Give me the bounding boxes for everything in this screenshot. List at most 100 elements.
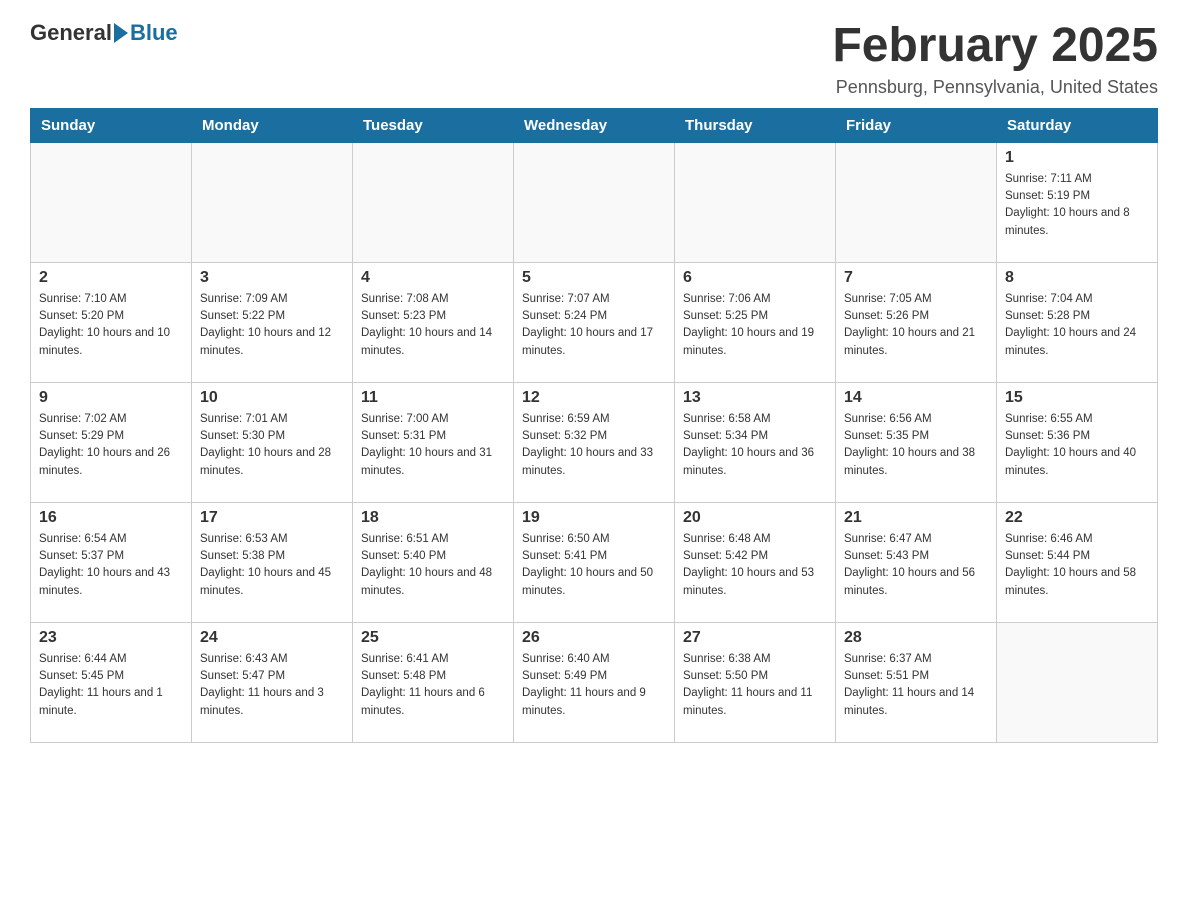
day-number: 25 bbox=[361, 629, 505, 647]
day-number: 11 bbox=[361, 389, 505, 407]
calendar-cell: 11Sunrise: 7:00 AMSunset: 5:31 PMDayligh… bbox=[353, 382, 514, 502]
day-number: 1 bbox=[1005, 149, 1149, 167]
header-row: Sunday Monday Tuesday Wednesday Thursday… bbox=[31, 108, 1158, 142]
calendar-cell bbox=[353, 142, 514, 262]
day-number: 18 bbox=[361, 509, 505, 527]
logo: General Blue bbox=[30, 20, 178, 46]
calendar-cell: 1Sunrise: 7:11 AMSunset: 5:19 PMDaylight… bbox=[997, 142, 1158, 262]
day-number: 2 bbox=[39, 269, 183, 287]
col-wednesday: Wednesday bbox=[514, 108, 675, 142]
day-info: Sunrise: 7:05 AMSunset: 5:26 PMDaylight:… bbox=[844, 291, 988, 360]
calendar-cell: 6 Sunrise: 7:06 AMSunset: 5:25 PMDaylight… bbox=[675, 262, 836, 382]
calendar-cell: 25 Sunrise: 6:41 AMSunset: 5:48 PMDayligh… bbox=[353, 622, 514, 742]
header: General Blue February 2025 Pennsburg, Pe… bbox=[30, 20, 1158, 98]
calendar-cell: 14 Sunrise: 6:56 AMSunset: 5:35 PMDayligh… bbox=[836, 382, 997, 502]
calendar-cell: 17 Sunrise: 6:53 AMSunset: 5:38 PMDayligh… bbox=[192, 502, 353, 622]
calendar-table: Sunday Monday Tuesday Wednesday Thursday… bbox=[30, 108, 1158, 743]
day-info: Sunrise: 6:53 AMSunset: 5:38 PMDaylight:… bbox=[200, 531, 344, 600]
calendar-cell bbox=[997, 622, 1158, 742]
day-info: Sunrise: 7:01 AMSunset: 5:30 PMDaylight:… bbox=[200, 411, 344, 480]
logo-arrow-icon bbox=[114, 23, 128, 43]
calendar-cell: 23Sunrise: 6:44 AMSunset: 5:45 PMDayligh… bbox=[31, 622, 192, 742]
calendar-cell: 27 Sunrise: 6:38 AMSunset: 5:50 PMDayligh… bbox=[675, 622, 836, 742]
day-number: 15 bbox=[1005, 389, 1149, 407]
calendar-cell: 4 Sunrise: 7:08 AMSunset: 5:23 PMDaylight… bbox=[353, 262, 514, 382]
day-info: Sunrise: 6:37 AMSunset: 5:51 PMDaylight:… bbox=[844, 651, 988, 720]
day-number: 27 bbox=[683, 629, 827, 647]
day-info: Sunrise: 6:41 AMSunset: 5:48 PMDaylight:… bbox=[361, 651, 505, 720]
week-row-1: 1Sunrise: 7:11 AMSunset: 5:19 PMDaylight… bbox=[31, 142, 1158, 262]
calendar-cell: 12 Sunrise: 6:59 AMSunset: 5:32 PMDayligh… bbox=[514, 382, 675, 502]
day-number: 26 bbox=[522, 629, 666, 647]
calendar-cell: 19Sunrise: 6:50 AMSunset: 5:41 PMDayligh… bbox=[514, 502, 675, 622]
day-number: 13 bbox=[683, 389, 827, 407]
col-saturday: Saturday bbox=[997, 108, 1158, 142]
day-info: Sunrise: 6:55 AMSunset: 5:36 PMDaylight:… bbox=[1005, 411, 1149, 480]
week-row-5: 23Sunrise: 6:44 AMSunset: 5:45 PMDayligh… bbox=[31, 622, 1158, 742]
day-info: Sunrise: 6:50 AMSunset: 5:41 PMDaylight:… bbox=[522, 531, 666, 600]
week-row-2: 2 Sunrise: 7:10 AMSunset: 5:20 PMDaylight… bbox=[31, 262, 1158, 382]
day-number: 28 bbox=[844, 629, 988, 647]
day-info: Sunrise: 6:59 AMSunset: 5:32 PMDaylight:… bbox=[522, 411, 666, 480]
month-title: February 2025 bbox=[832, 20, 1158, 73]
day-number: 14 bbox=[844, 389, 988, 407]
calendar-cell bbox=[675, 142, 836, 262]
calendar-cell: 22 Sunrise: 6:46 AMSunset: 5:44 PMDayligh… bbox=[997, 502, 1158, 622]
calendar-cell: 10Sunrise: 7:01 AMSunset: 5:30 PMDayligh… bbox=[192, 382, 353, 502]
day-number: 20 bbox=[683, 509, 827, 527]
day-number: 5 bbox=[522, 269, 666, 287]
calendar-cell: 5 Sunrise: 7:07 AMSunset: 5:24 PMDaylight… bbox=[514, 262, 675, 382]
day-info: Sunrise: 7:07 AMSunset: 5:24 PMDaylight:… bbox=[522, 291, 666, 360]
calendar-cell: 26 Sunrise: 6:40 AMSunset: 5:49 PMDayligh… bbox=[514, 622, 675, 742]
day-number: 4 bbox=[361, 269, 505, 287]
title-area: February 2025 Pennsburg, Pennsylvania, U… bbox=[832, 20, 1158, 98]
calendar-cell: 15 Sunrise: 6:55 AMSunset: 5:36 PMDayligh… bbox=[997, 382, 1158, 502]
calendar-cell: 8 Sunrise: 7:04 AMSunset: 5:28 PMDaylight… bbox=[997, 262, 1158, 382]
day-number: 23 bbox=[39, 629, 183, 647]
day-info: Sunrise: 7:10 AMSunset: 5:20 PMDaylight:… bbox=[39, 291, 183, 360]
day-number: 24 bbox=[200, 629, 344, 647]
day-info: Sunrise: 6:43 AMSunset: 5:47 PMDaylight:… bbox=[200, 651, 344, 720]
day-info: Sunrise: 6:38 AMSunset: 5:50 PMDaylight:… bbox=[683, 651, 827, 720]
calendar-cell: 24 Sunrise: 6:43 AMSunset: 5:47 PMDayligh… bbox=[192, 622, 353, 742]
col-friday: Friday bbox=[836, 108, 997, 142]
day-number: 17 bbox=[200, 509, 344, 527]
day-number: 8 bbox=[1005, 269, 1149, 287]
day-info: Sunrise: 7:04 AMSunset: 5:28 PMDaylight:… bbox=[1005, 291, 1149, 360]
calendar-cell bbox=[836, 142, 997, 262]
col-sunday: Sunday bbox=[31, 108, 192, 142]
calendar-cell bbox=[514, 142, 675, 262]
day-number: 6 bbox=[683, 269, 827, 287]
week-row-3: 9 Sunrise: 7:02 AMSunset: 5:29 PMDaylight… bbox=[31, 382, 1158, 502]
calendar-cell: 13 Sunrise: 6:58 AMSunset: 5:34 PMDayligh… bbox=[675, 382, 836, 502]
day-info: Sunrise: 6:56 AMSunset: 5:35 PMDaylight:… bbox=[844, 411, 988, 480]
calendar-cell: 18Sunrise: 6:51 AMSunset: 5:40 PMDayligh… bbox=[353, 502, 514, 622]
calendar-cell: 7Sunrise: 7:05 AMSunset: 5:26 PMDaylight… bbox=[836, 262, 997, 382]
col-monday: Monday bbox=[192, 108, 353, 142]
day-info: Sunrise: 7:02 AMSunset: 5:29 PMDaylight:… bbox=[39, 411, 183, 480]
day-info: Sunrise: 6:40 AMSunset: 5:49 PMDaylight:… bbox=[522, 651, 666, 720]
day-info: Sunrise: 6:54 AMSunset: 5:37 PMDaylight:… bbox=[39, 531, 183, 600]
calendar-cell: 20Sunrise: 6:48 AMSunset: 5:42 PMDayligh… bbox=[675, 502, 836, 622]
calendar-cell: 16Sunrise: 6:54 AMSunset: 5:37 PMDayligh… bbox=[31, 502, 192, 622]
day-number: 22 bbox=[1005, 509, 1149, 527]
calendar-cell: 28 Sunrise: 6:37 AMSunset: 5:51 PMDayligh… bbox=[836, 622, 997, 742]
day-info: Sunrise: 7:06 AMSunset: 5:25 PMDaylight:… bbox=[683, 291, 827, 360]
col-thursday: Thursday bbox=[675, 108, 836, 142]
calendar-cell: 3Sunrise: 7:09 AMSunset: 5:22 PMDaylight… bbox=[192, 262, 353, 382]
col-tuesday: Tuesday bbox=[353, 108, 514, 142]
day-info: Sunrise: 7:08 AMSunset: 5:23 PMDaylight:… bbox=[361, 291, 505, 360]
logo-text: General Blue bbox=[30, 20, 178, 46]
day-info: Sunrise: 6:58 AMSunset: 5:34 PMDaylight:… bbox=[683, 411, 827, 480]
location-subtitle: Pennsburg, Pennsylvania, United States bbox=[832, 77, 1158, 98]
day-number: 3 bbox=[200, 269, 344, 287]
calendar-cell: 2 Sunrise: 7:10 AMSunset: 5:20 PMDaylight… bbox=[31, 262, 192, 382]
logo-blue: Blue bbox=[130, 20, 178, 46]
day-info: Sunrise: 6:46 AMSunset: 5:44 PMDaylight:… bbox=[1005, 531, 1149, 600]
calendar-cell bbox=[192, 142, 353, 262]
week-row-4: 16Sunrise: 6:54 AMSunset: 5:37 PMDayligh… bbox=[31, 502, 1158, 622]
day-number: 9 bbox=[39, 389, 183, 407]
calendar-cell bbox=[31, 142, 192, 262]
day-number: 12 bbox=[522, 389, 666, 407]
calendar-cell: 9 Sunrise: 7:02 AMSunset: 5:29 PMDaylight… bbox=[31, 382, 192, 502]
